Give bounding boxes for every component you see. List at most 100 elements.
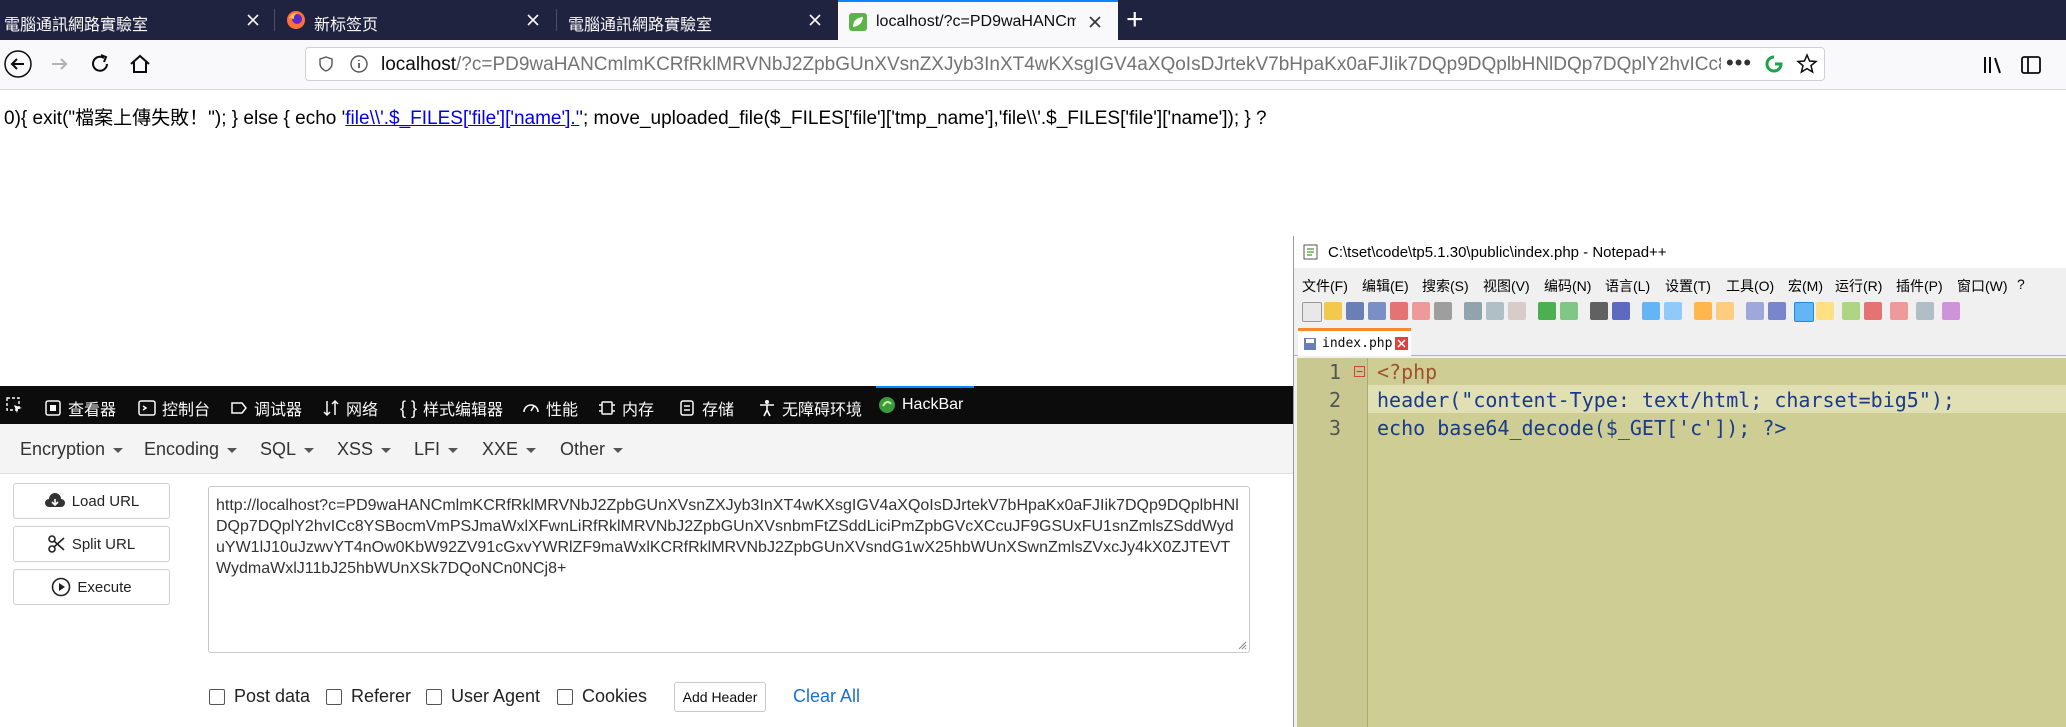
tab-1[interactable]: 電腦通訊網路實驗室 <box>0 0 272 40</box>
save-all-icon[interactable] <box>1368 302 1386 320</box>
tool-memory[interactable]: 内存 <box>598 396 654 420</box>
zoom-in-icon[interactable] <box>1642 302 1660 320</box>
function-list-icon[interactable] <box>1864 302 1882 320</box>
back-icon[interactable] <box>4 50 32 78</box>
copy-icon[interactable] <box>1486 302 1504 320</box>
post-data-checkbox[interactable]: Post data <box>209 686 310 707</box>
print-icon[interactable] <box>1434 302 1452 320</box>
resize-grip-icon[interactable] <box>1237 640 1247 650</box>
checkbox-box[interactable] <box>426 688 442 705</box>
open-file-icon[interactable] <box>1324 302 1342 320</box>
tool-style-editor[interactable]: { } 样式编辑器 <box>400 396 503 420</box>
tab-4-active[interactable]: localhost/?c=PD9waHANCm <box>838 0 1118 40</box>
url-bar[interactable]: localhost/?c=PD9waHANCmlmKCRfRklMRVNbJ2Z… <box>305 47 1825 81</box>
reload-icon[interactable] <box>86 50 114 78</box>
url-text[interactable]: localhost/?c=PD9waHANCmlmKCRfRklMRVNbJ2Z… <box>381 54 1721 76</box>
find-icon[interactable] <box>1590 302 1608 320</box>
split-url-button[interactable]: Split URL <box>13 526 170 562</box>
tool-debugger[interactable]: 调试器 <box>230 396 302 420</box>
wrap-icon[interactable] <box>1746 302 1764 320</box>
tab-3[interactable]: 電腦通訊網路實驗室 <box>558 0 838 40</box>
home-icon[interactable] <box>126 50 154 78</box>
close-icon[interactable] <box>524 11 542 29</box>
menu-xxe[interactable]: XXE <box>482 439 537 460</box>
bookmark-star-icon[interactable] <box>1796 53 1818 75</box>
paste-icon[interactable] <box>1508 302 1526 320</box>
tool-console[interactable]: 控制台 <box>138 396 210 420</box>
checkbox-box[interactable] <box>326 688 342 705</box>
close-tab-icon[interactable] <box>1395 337 1408 350</box>
close-icon[interactable] <box>1086 13 1104 31</box>
tool-storage[interactable]: 存储 <box>678 396 734 420</box>
replace-icon[interactable] <box>1612 302 1630 320</box>
save-icon[interactable] <box>1346 302 1364 320</box>
menu-run[interactable]: 运行(R) <box>1835 276 1882 296</box>
indent-guide-icon[interactable] <box>1794 302 1814 322</box>
monitor-icon[interactable] <box>1916 302 1934 320</box>
load-url-button[interactable]: Load URL <box>13 483 170 519</box>
new-tab-button[interactable]: + <box>1126 3 1144 37</box>
close-icon[interactable] <box>806 11 824 29</box>
checkbox-box[interactable] <box>557 688 573 705</box>
menu-settings[interactable]: 设置(T) <box>1665 276 1711 296</box>
tool-hackbar[interactable]: HackBar <box>878 396 963 414</box>
close-all-icon[interactable] <box>1412 302 1430 320</box>
menu-lfi[interactable]: LFI <box>414 439 459 460</box>
library-icon[interactable] <box>1982 54 2004 76</box>
menu-tools[interactable]: 工具(O) <box>1726 276 1774 296</box>
menu-window[interactable]: 窗口(W) <box>1957 276 2008 296</box>
close-file-icon[interactable] <box>1390 302 1408 320</box>
new-file-icon[interactable] <box>1302 302 1322 322</box>
menu-language[interactable]: 语言(L) <box>1605 276 1650 296</box>
tool-performance[interactable]: 性能 <box>522 396 578 420</box>
folder-workspace-icon[interactable] <box>1890 302 1908 320</box>
shield-icon[interactable] <box>318 56 334 72</box>
notepad-editor[interactable]: 1 2 3 <?php header("content-Type: text/h… <box>1297 358 2066 727</box>
sidebar-icon[interactable] <box>2020 54 2042 76</box>
add-header-button[interactable]: Add Header <box>674 682 766 712</box>
info-icon[interactable] <box>350 55 368 73</box>
clear-all-link[interactable]: Clear All <box>793 686 860 707</box>
file-link[interactable]: file\\'.$_FILES['file']['name'].' <box>345 108 579 129</box>
close-icon[interactable] <box>244 11 262 29</box>
cookies-checkbox[interactable]: Cookies <box>557 686 647 707</box>
menu-search[interactable]: 搜索(S) <box>1422 276 1469 296</box>
doc-map-icon[interactable] <box>1842 302 1860 320</box>
redo-icon[interactable] <box>1560 302 1578 320</box>
menu-xss[interactable]: XSS <box>337 439 392 460</box>
udl-icon[interactable] <box>1816 302 1834 320</box>
menu-sql[interactable]: SQL <box>260 439 315 460</box>
tool-inspector[interactable]: 查看器 <box>44 396 116 420</box>
pick-element-icon[interactable] <box>6 397 24 415</box>
tool-accessibility[interactable]: 无障碍环境 <box>758 396 862 420</box>
translate-icon[interactable] <box>1764 54 1784 74</box>
user-agent-checkbox[interactable]: User Agent <box>426 686 540 707</box>
fold-collapse-icon[interactable] <box>1354 366 1365 377</box>
menu-other[interactable]: Other <box>560 439 624 460</box>
sync-v-icon[interactable] <box>1694 302 1712 320</box>
undo-icon[interactable] <box>1538 302 1556 320</box>
page-actions-icon[interactable]: ••• <box>1726 50 1752 76</box>
menu-encryption[interactable]: Encryption <box>20 439 124 460</box>
menu-plugins[interactable]: 插件(P) <box>1896 276 1943 296</box>
menu-encoding[interactable]: Encoding <box>144 439 238 460</box>
menu-view[interactable]: 视图(V) <box>1483 276 1530 296</box>
tool-network[interactable]: 网络 <box>322 396 378 420</box>
tab-2[interactable]: 新标签页 <box>276 0 554 40</box>
menu-encoding[interactable]: 编码(N) <box>1544 276 1591 296</box>
referer-checkbox[interactable]: Referer <box>326 686 411 707</box>
checkbox-box[interactable] <box>209 688 225 705</box>
cut-icon[interactable] <box>1464 302 1482 320</box>
sync-h-icon[interactable] <box>1716 302 1734 320</box>
menu-edit[interactable]: 编辑(E) <box>1362 276 1409 296</box>
zoom-out-icon[interactable] <box>1664 302 1682 320</box>
menu-help[interactable]: ? <box>2017 276 2025 292</box>
menu-file[interactable]: 文件(F) <box>1302 276 1348 296</box>
execute-button[interactable]: Execute <box>13 569 170 605</box>
notepad-tab-index[interactable]: index.php <box>1298 328 1411 356</box>
all-chars-icon[interactable] <box>1768 302 1786 320</box>
menu-macro[interactable]: 宏(M) <box>1788 276 1823 296</box>
forward-icon[interactable] <box>46 50 74 78</box>
url-textarea[interactable]: http://localhost?c=PD9waHANCmlmKCRfRklMR… <box>208 486 1250 653</box>
record-macro-icon[interactable] <box>1942 302 1960 320</box>
